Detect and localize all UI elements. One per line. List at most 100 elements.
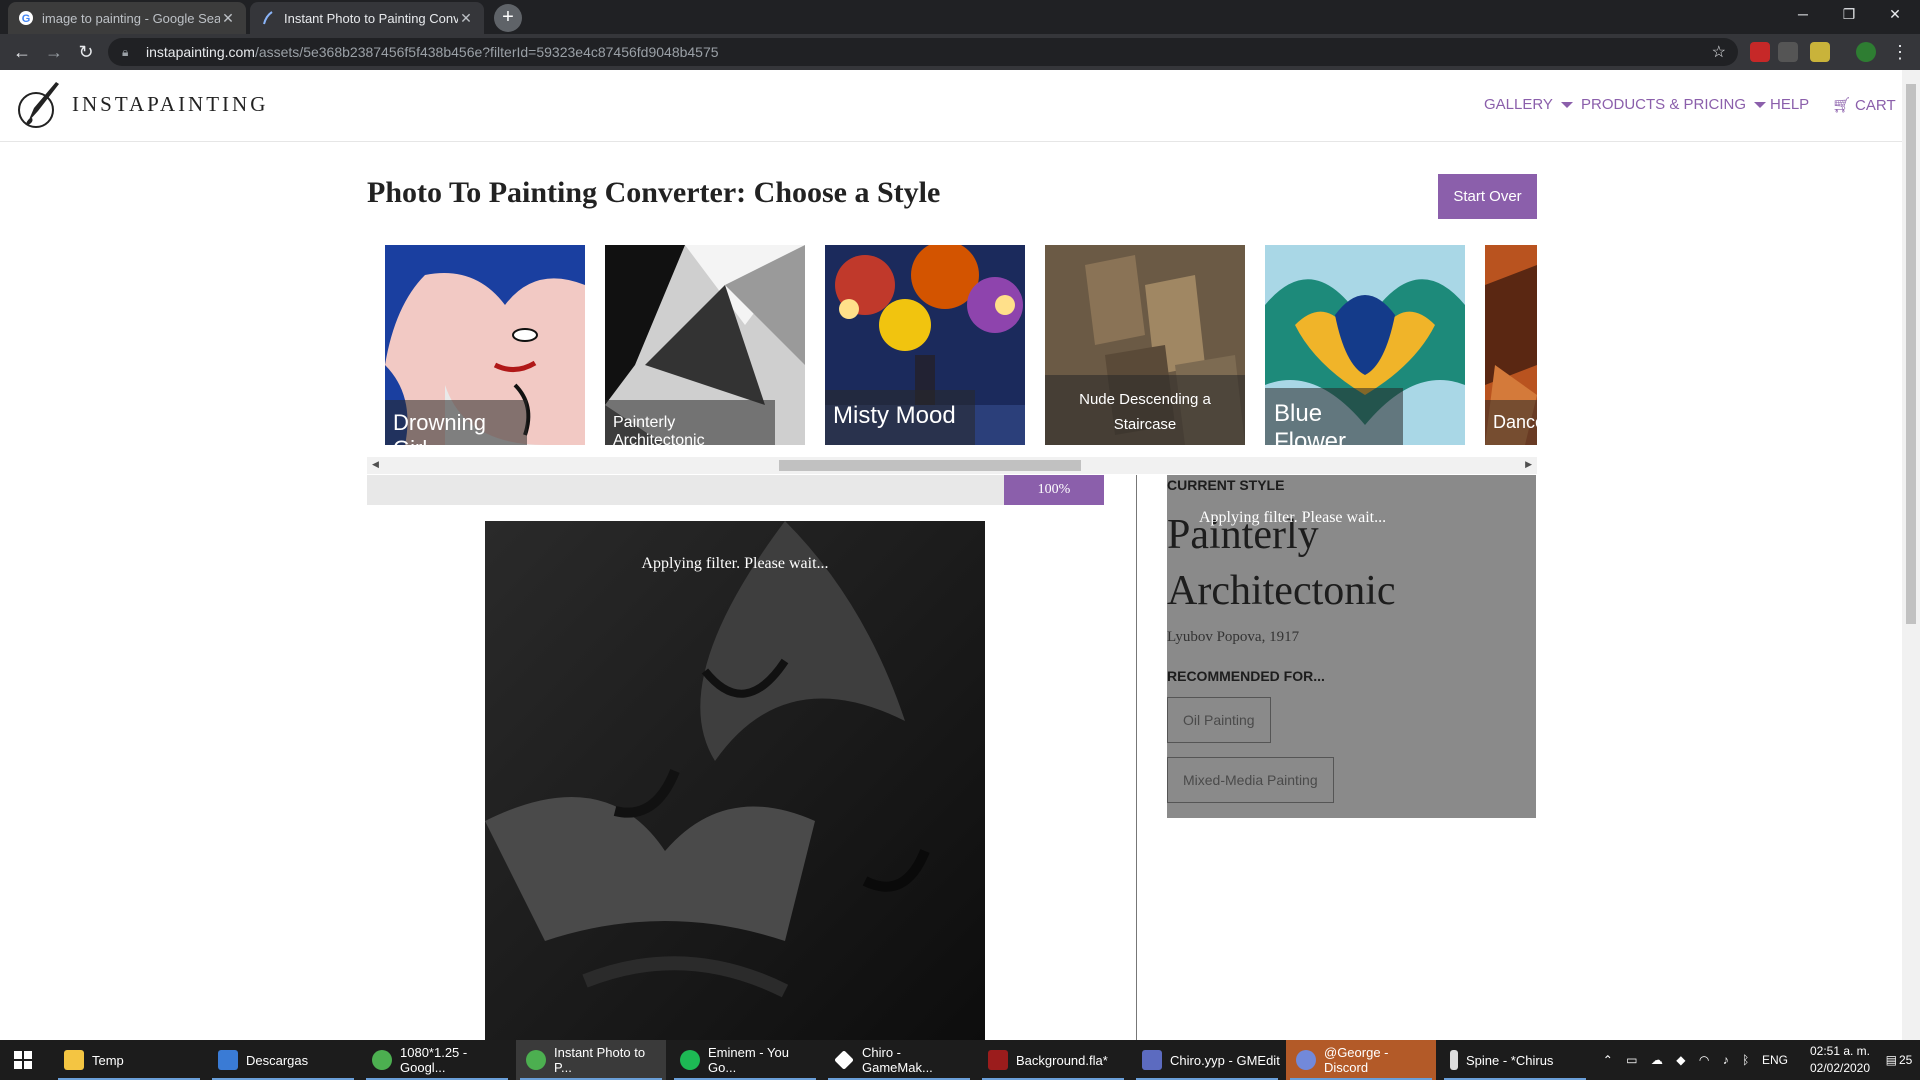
- nav-cart-label: CART: [1855, 96, 1896, 114]
- taskbar-item-gamemaker[interactable]: Chiro - GameMak...: [824, 1040, 974, 1080]
- reload-icon[interactable]: ↻: [74, 40, 98, 64]
- recommended-mixed-media-button[interactable]: Mixed-Media Painting: [1167, 757, 1334, 803]
- system-tray-icons[interactable]: ⌃ ▭ ☁ ◆ ◠ ♪ ᛒ: [1596, 1040, 1756, 1080]
- style-thumb-painterly-architectonic[interactable]: Painterly Architectonic: [605, 245, 805, 445]
- url-host: instapainting.com: [146, 44, 255, 60]
- new-tab-button[interactable]: +: [494, 4, 522, 32]
- close-tab-icon[interactable]: ✕: [458, 10, 474, 27]
- chrome-icon: [526, 1050, 546, 1070]
- close-window-icon[interactable]: ✕: [1872, 0, 1918, 30]
- recommended-oil-painting-button[interactable]: Oil Painting: [1167, 697, 1271, 743]
- minimize-icon[interactable]: ─: [1780, 0, 1826, 30]
- taskbar-item-descargas[interactable]: Descargas: [208, 1040, 358, 1080]
- lock-icon: 🔒︎: [122, 44, 129, 59]
- start-button[interactable]: [0, 1040, 46, 1080]
- extension-icon[interactable]: [1810, 42, 1830, 62]
- extension-pocket-icon[interactable]: [1778, 42, 1798, 62]
- volume-icon[interactable]: ♪: [1723, 1053, 1729, 1067]
- style-caption: Blue Flower: [1265, 388, 1403, 445]
- taskbar-item-spotify[interactable]: Eminem - You Go...: [670, 1040, 820, 1080]
- animate-icon: [988, 1050, 1008, 1070]
- nav-cart[interactable]: 🛒︎ CART: [1832, 96, 1896, 115]
- spine-icon: [1450, 1050, 1458, 1070]
- clock-time: 02:51 a. m.: [1809, 1044, 1871, 1058]
- profile-avatar[interactable]: [1856, 42, 1876, 62]
- taskbar-item-chrome-google[interactable]: 1080*1.25 - Googl...: [362, 1040, 512, 1080]
- close-tab-icon[interactable]: ✕: [220, 10, 236, 27]
- google-icon: G: [18, 10, 34, 26]
- url-path: /assets/5e368b2387456f5f438b456e?filterI…: [254, 44, 719, 60]
- chevron-up-icon[interactable]: ⌃: [1603, 1053, 1613, 1067]
- panel-loading-message: Applying filter. Please wait...: [1199, 509, 1387, 526]
- start-over-button[interactable]: Start Over: [1438, 174, 1537, 219]
- site-logo[interactable]: INSTAPAINTING: [16, 78, 268, 130]
- nav-help[interactable]: HELP: [1770, 96, 1809, 113]
- progress-label: 100%: [1004, 475, 1104, 505]
- style-thumb-misty-mood[interactable]: Misty Mood: [825, 245, 1025, 445]
- tab-instapainting[interactable]: Instant Photo to Painting Converter ✕: [250, 2, 484, 34]
- restore-icon[interactable]: ❐: [1826, 0, 1872, 30]
- scrollbar-thumb[interactable]: [779, 460, 1081, 471]
- cloud-icon[interactable]: ☁: [1651, 1053, 1663, 1067]
- taskbar-item-gmedit[interactable]: Chiro.yyp - GMEdit: [1132, 1040, 1282, 1080]
- style-thumb-drowning-girl[interactable]: Drowning Girl: [385, 245, 585, 445]
- taskbar-item-spine[interactable]: Spine - *Chirus: [1440, 1040, 1590, 1080]
- nav-products-pricing[interactable]: PRODUCTS & PRICING: [1581, 96, 1767, 113]
- style-thumb-dance[interactable]: Dance: [1485, 245, 1537, 445]
- taskbar-item-label: Spine - *Chirus: [1466, 1052, 1554, 1068]
- dropbox-icon[interactable]: ◆: [1676, 1053, 1685, 1067]
- filter-progress-bar: 100%: [367, 475, 1104, 505]
- page-scrollbar-thumb[interactable]: [1906, 84, 1916, 624]
- notification-count: 25: [1898, 1053, 1913, 1067]
- address-bar[interactable]: 🔒︎ instapainting.com/assets/5e368b238745…: [108, 38, 1738, 66]
- taskbar-item-label: Chiro - GameMak...: [862, 1045, 933, 1075]
- language-indicator[interactable]: ENG: [1762, 1040, 1788, 1080]
- clock[interactable]: 02:51 a. m. 02/02/2020: [1800, 1040, 1880, 1080]
- clock-date: 02/02/2020: [1809, 1061, 1871, 1075]
- style-caption: Nude Descending a Staircase: [1045, 375, 1245, 445]
- folder-icon: [64, 1050, 84, 1070]
- tab-title: Instant Photo to Painting Converter: [284, 10, 458, 26]
- battery-icon[interactable]: ▭: [1626, 1053, 1637, 1067]
- notification-center[interactable]: ▤ 25: [1880, 1040, 1918, 1080]
- extension-mail-icon[interactable]: [1750, 42, 1770, 62]
- menu-kebab-icon[interactable]: ⋮: [1888, 40, 1912, 64]
- style-caption: Painterly Architectonic: [605, 400, 775, 445]
- gamemaker-icon: [834, 1050, 854, 1070]
- nav-products-label: PRODUCTS & PRICING: [1581, 96, 1747, 113]
- nav-gallery[interactable]: GALLERY: [1484, 96, 1573, 113]
- scroll-right-arrow-icon[interactable]: ▶: [1525, 459, 1532, 470]
- nav-gallery-label: GALLERY: [1484, 96, 1553, 113]
- page-title: Photo To Painting Converter: Choose a St…: [367, 176, 941, 209]
- current-style-heading: CURRENT STYLE: [1167, 477, 1285, 493]
- forward-icon[interactable]: →: [42, 40, 66, 64]
- gmedit-icon: [1142, 1050, 1162, 1070]
- caret-down-icon: [1754, 101, 1767, 108]
- taskbar-item-temp[interactable]: Temp: [54, 1040, 204, 1080]
- bluetooth-icon[interactable]: ᛒ: [1742, 1053, 1749, 1067]
- taskbar-item-label: Temp: [92, 1052, 124, 1068]
- taskbar-item-label: Chiro.yyp - GMEdit: [1170, 1052, 1280, 1068]
- taskbar-item-discord[interactable]: @George - Discord: [1286, 1040, 1436, 1080]
- preview-image: [485, 521, 985, 1041]
- taskbar-item-animate[interactable]: Background.fla*: [978, 1040, 1128, 1080]
- taskbar-item-chrome-instapainting[interactable]: Instant Photo to P...: [516, 1040, 666, 1080]
- site-header: INSTAPAINTING GALLERY PRODUCTS & PRICING…: [0, 70, 1902, 142]
- logo-wordmark: INSTAPAINTING: [72, 91, 269, 116]
- style-carousel: Drowning Girl Painterly Architectonic Mi…: [385, 245, 1537, 445]
- style-thumb-nude-descending[interactable]: Nude Descending a Staircase: [1045, 245, 1245, 445]
- windows-taskbar: Temp Descargas 1080*1.25 - Googl... Inst…: [0, 1040, 1920, 1080]
- tab-google-search[interactable]: G image to painting - Google Search ✕: [8, 2, 246, 34]
- back-icon[interactable]: ←: [10, 40, 34, 64]
- style-thumb-blue-flower[interactable]: Blue Flower: [1265, 245, 1465, 445]
- chrome-icon: [372, 1050, 392, 1070]
- spotify-icon: [680, 1050, 700, 1070]
- page-scrollbar[interactable]: [1902, 70, 1920, 1040]
- current-style-panel: CURRENT STYLE Painterly Architectonic Ap…: [1167, 475, 1536, 818]
- notification-icon: ▤: [1885, 1053, 1897, 1067]
- carousel-scrollbar[interactable]: ◀ ▶: [367, 457, 1537, 474]
- bookmark-star-icon[interactable]: ☆: [1712, 42, 1726, 62]
- scroll-left-arrow-icon[interactable]: ◀: [372, 459, 379, 470]
- wifi-icon[interactable]: ◠: [1699, 1053, 1709, 1067]
- divider: [1136, 475, 1137, 1040]
